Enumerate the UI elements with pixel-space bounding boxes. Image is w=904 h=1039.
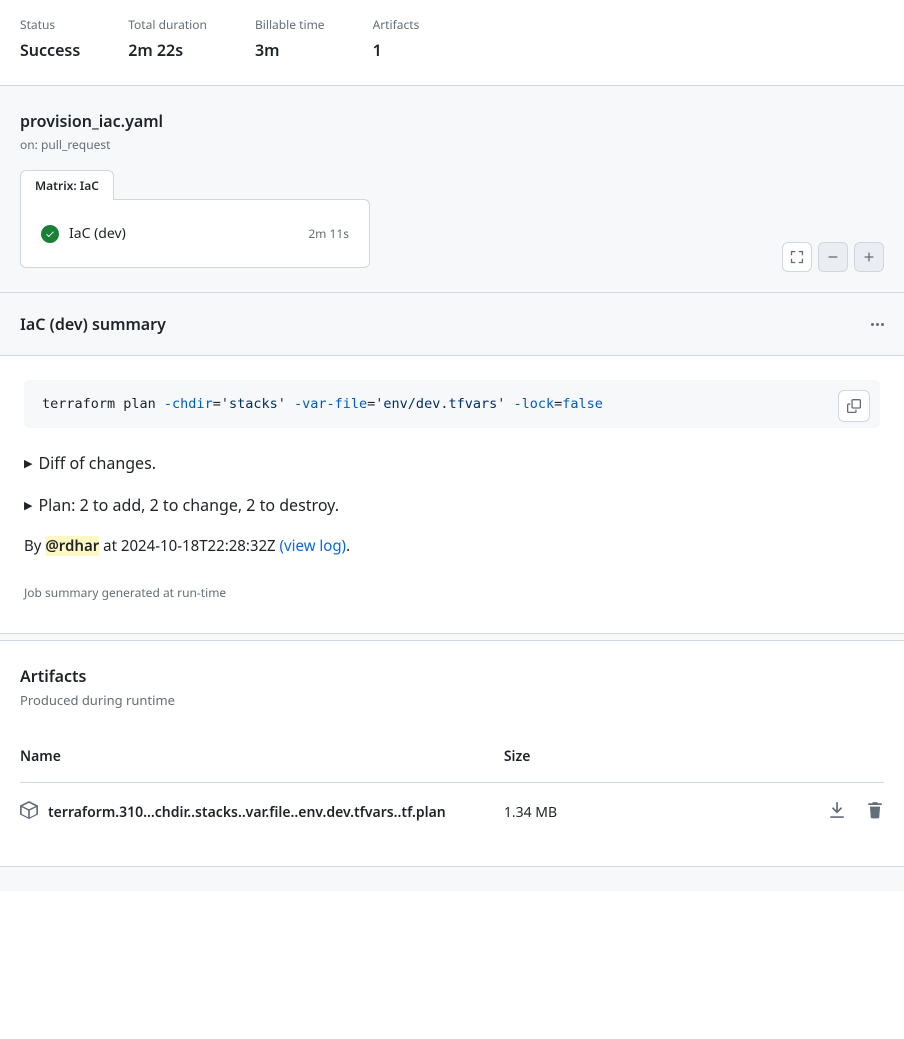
artifacts-title: Artifacts [20, 665, 884, 687]
graph-controls [782, 242, 884, 272]
job-card[interactable]: IaC (dev) 2m 11s [20, 199, 370, 268]
artifact-size: 1.34 MB [504, 783, 763, 843]
code-token: = [213, 396, 221, 412]
col-size-header: Size [504, 737, 763, 783]
artifact-name[interactable]: terraform.310...chdir..stacks..var.file.… [48, 803, 446, 822]
code-token: -var-file [286, 396, 367, 412]
stat-status: Status Success [20, 16, 80, 61]
artifact-row: terraform.310...chdir..stacks..var.file.… [20, 783, 884, 843]
section-divider [0, 633, 904, 641]
stat-billable: Billable time 3m [255, 16, 325, 61]
code-token: 'env/dev.tfvars' [375, 396, 505, 412]
byline-timestamp: 2024-10-18T22:28:32Z [121, 536, 276, 556]
workflow-file-name[interactable]: provision_iac.yaml [20, 110, 884, 132]
code-token: terraform plan [42, 396, 156, 412]
summary-body: terraform plan -chdir='stacks' -var-file… [0, 356, 904, 633]
triangle-right-icon: ▶ [24, 498, 32, 513]
artifacts-table: Name Size terraform.310...chdir..stacks.… [20, 737, 884, 842]
code-token: -chdir [156, 396, 213, 412]
stat-value: 2m 22s [128, 39, 207, 61]
copy-button[interactable] [838, 390, 870, 422]
workflow-trigger: on: pull_request [20, 136, 884, 153]
stat-value: 3m [255, 39, 325, 61]
view-log-link[interactable]: (view log) [280, 536, 347, 556]
job-name: IaC (dev) [69, 224, 308, 243]
user-mention[interactable]: @rdhar [45, 536, 99, 556]
check-circle-icon [41, 225, 59, 243]
trash-icon[interactable] [866, 801, 884, 824]
package-icon [20, 801, 38, 824]
byline-mid: at [99, 536, 121, 556]
artifacts-subtitle: Produced during runtime [20, 691, 884, 709]
summary-footnote: Job summary generated at run-time [24, 584, 880, 601]
kebab-menu-icon[interactable] [871, 323, 884, 326]
command-code-block: terraform plan -chdir='stacks' -var-file… [24, 380, 880, 428]
stat-label: Total duration [128, 16, 207, 33]
summary-header: IaC (dev) summary [0, 293, 904, 356]
download-icon[interactable] [828, 801, 846, 824]
artifacts-section: Artifacts Produced during runtime Name S… [0, 641, 904, 867]
stat-label: Artifacts [373, 16, 420, 33]
col-name-header: Name [20, 737, 504, 783]
stat-value: Success [20, 39, 80, 61]
byline: By @rdhar at 2024-10-18T22:28:32Z (view … [24, 536, 880, 556]
code-token: false [562, 396, 603, 412]
byline-suffix: . [346, 536, 350, 556]
workflow-graph: provision_iac.yaml on: pull_request Matr… [0, 86, 904, 293]
stat-artifacts: Artifacts 1 [373, 16, 420, 61]
diff-disclosure[interactable]: ▶ Diff of changes. [24, 452, 880, 474]
diff-label: Diff of changes. [38, 452, 156, 474]
byline-prefix: By [24, 536, 45, 556]
stat-duration: Total duration 2m 22s [128, 16, 207, 61]
stat-label: Status [20, 16, 80, 33]
summary-title: IaC (dev) summary [20, 313, 166, 335]
stat-label: Billable time [255, 16, 325, 33]
run-stats-bar: Status Success Total duration 2m 22s Bil… [0, 0, 904, 86]
code-token: -lock [505, 396, 554, 412]
matrix-tab[interactable]: Matrix: IaC [20, 170, 114, 200]
bottom-spacer [0, 867, 904, 891]
plan-disclosure[interactable]: ▶ Plan: 2 to add, 2 to change, 2 to dest… [24, 494, 880, 516]
plan-label: Plan: 2 to add, 2 to change, 2 to destro… [38, 494, 339, 516]
triangle-right-icon: ▶ [24, 456, 32, 471]
job-duration: 2m 11s [308, 225, 349, 242]
zoom-out-button[interactable] [818, 242, 848, 272]
zoom-in-button[interactable] [854, 242, 884, 272]
fullscreen-button[interactable] [782, 242, 812, 272]
stat-value: 1 [373, 39, 420, 61]
code-token: 'stacks' [221, 396, 286, 412]
